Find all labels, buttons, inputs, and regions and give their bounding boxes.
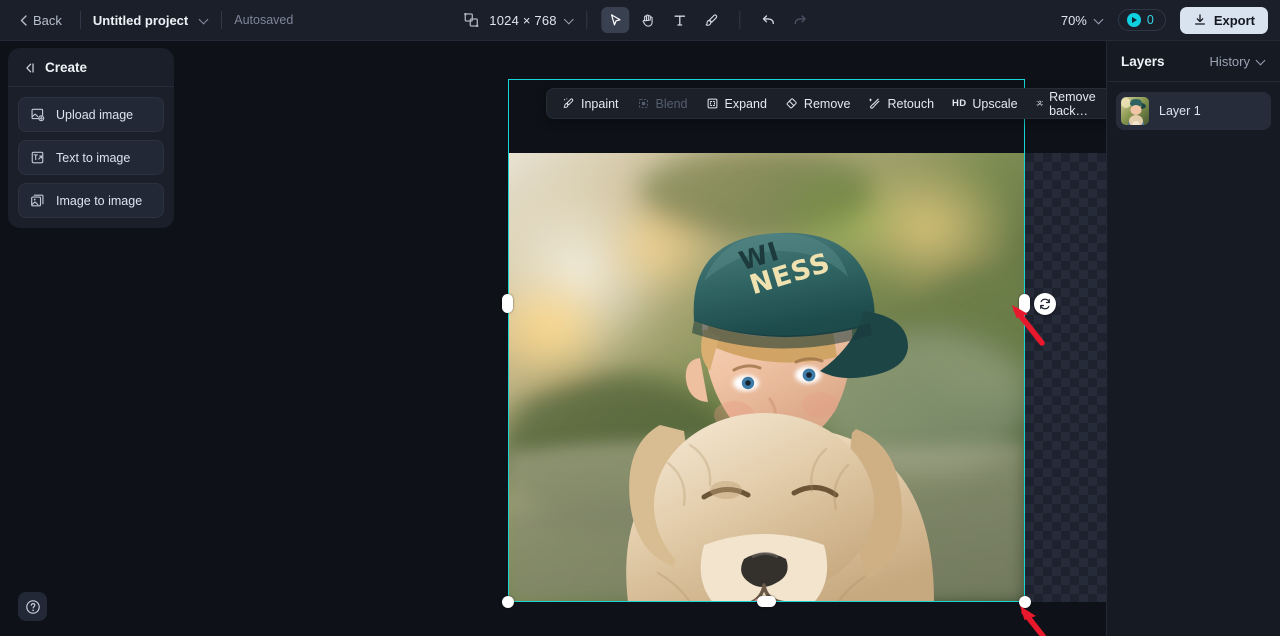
help-button[interactable]	[18, 592, 47, 621]
help-circle-icon	[25, 599, 41, 615]
hand-tool[interactable]	[634, 7, 662, 33]
remove-background-icon	[1036, 97, 1044, 110]
text-icon	[672, 13, 687, 28]
arrow-to-bottom-right-handle	[1010, 601, 1058, 636]
divider	[740, 11, 741, 29]
expand-button[interactable]: Expand	[697, 92, 776, 116]
download-icon	[1193, 13, 1207, 27]
retouch-label: Retouch	[887, 97, 934, 111]
expand-frame-icon	[706, 97, 719, 110]
back-label: Back	[33, 13, 62, 28]
top-bar-right: 70% 0 Export	[1061, 7, 1268, 34]
resize-handle-left-middle[interactable]	[502, 294, 513, 313]
expand-label: Expand	[725, 97, 767, 111]
brush-tool[interactable]	[698, 7, 726, 33]
resize-handle-bottom-right[interactable]	[1019, 596, 1031, 608]
export-label: Export	[1214, 13, 1255, 28]
rotate-handle-button[interactable]	[1034, 293, 1056, 315]
inpaint-brush-icon	[562, 97, 575, 110]
image-layer-preview[interactable]: WI NESS	[508, 153, 1025, 602]
create-panel-body: Upload image Text to image Image to imag…	[8, 87, 174, 218]
layer-item[interactable]: Layer 1	[1116, 92, 1271, 130]
top-bar-left: Back Untitled project Autosaved	[0, 9, 293, 32]
history-chevron-down-icon[interactable]	[1257, 57, 1266, 66]
canvas-size-chevron-down-icon[interactable]	[566, 16, 575, 25]
rotate-icon	[1038, 297, 1052, 311]
image-actions-toolbar: Inpaint Blend Expand	[546, 88, 1117, 119]
blend-frame-icon	[637, 97, 650, 110]
undo-button[interactable]	[755, 7, 783, 33]
canvas-resize-icon[interactable]	[463, 12, 479, 28]
layer-thumbnail-image	[1121, 97, 1149, 125]
transparency-checkerboard	[1025, 153, 1106, 602]
eraser-icon	[785, 97, 798, 110]
cursor-icon	[608, 13, 623, 28]
hd-icon: HD	[952, 98, 966, 109]
text-to-image-button[interactable]: Text to image	[18, 140, 164, 175]
hand-icon	[640, 13, 655, 28]
project-menu-chevron-down-icon[interactable]	[200, 16, 209, 25]
create-panel-title: Create	[45, 60, 87, 75]
retouch-sparkle-icon	[868, 97, 881, 110]
upscale-label: Upscale	[972, 97, 1017, 111]
remove-background-button[interactable]: Remove back…	[1027, 85, 1111, 123]
divider	[587, 11, 588, 29]
resize-handle-bottom-left[interactable]	[502, 596, 514, 608]
remove-label: Remove	[804, 97, 851, 111]
text-to-image-label: Text to image	[56, 151, 130, 165]
undo-icon	[761, 12, 777, 28]
redo-icon	[793, 12, 809, 28]
back-button[interactable]: Back	[14, 9, 68, 32]
history-label: History	[1210, 54, 1250, 69]
upload-image-label: Upload image	[56, 108, 133, 122]
layers-list: Layer 1	[1107, 82, 1280, 140]
upscale-button[interactable]: HD Upscale	[943, 92, 1027, 116]
autosaved-status: Autosaved	[234, 13, 293, 27]
layers-panel: Layers History	[1106, 41, 1280, 636]
remove-background-label: Remove back…	[1049, 90, 1101, 118]
image-to-image-button[interactable]: Image to image	[18, 183, 164, 218]
text-to-image-icon	[30, 150, 45, 165]
inpaint-label: Inpaint	[581, 97, 619, 111]
zoom-level-label[interactable]: 70%	[1061, 13, 1087, 28]
select-tool[interactable]	[602, 7, 630, 33]
text-tool[interactable]	[666, 7, 694, 33]
layer-thumbnail	[1121, 97, 1149, 125]
app-root: Back Untitled project Autosaved 1024 × 7…	[0, 0, 1280, 636]
image-to-image-icon	[30, 193, 45, 208]
blend-label: Blend	[656, 97, 688, 111]
create-panel-header: Create	[8, 48, 174, 87]
brush-icon	[704, 13, 719, 28]
upload-image-button[interactable]: Upload image	[18, 97, 164, 132]
redo-button[interactable]	[787, 7, 815, 33]
resize-handle-right-middle[interactable]	[1019, 294, 1030, 313]
retouch-button[interactable]: Retouch	[859, 92, 943, 116]
blend-button: Blend	[628, 92, 697, 116]
collapse-left-icon[interactable]	[22, 61, 36, 75]
inpaint-button[interactable]: Inpaint	[553, 92, 628, 116]
layer-name: Layer 1	[1159, 104, 1201, 118]
credits-count: 0	[1147, 13, 1154, 27]
photo-boy-with-dog: WI NESS	[508, 153, 1025, 602]
top-bar-center: 1024 × 768	[463, 7, 816, 33]
chevron-left-icon	[20, 15, 27, 26]
remove-button[interactable]: Remove	[776, 92, 860, 116]
top-bar: Back Untitled project Autosaved 1024 × 7…	[0, 0, 1280, 41]
export-button[interactable]: Export	[1180, 7, 1268, 34]
resize-handle-bottom-middle[interactable]	[757, 596, 776, 607]
zoom-chevron-down-icon[interactable]	[1095, 16, 1104, 25]
canvas-size-label[interactable]: 1024 × 768	[489, 13, 556, 28]
credit-coin-icon	[1127, 13, 1141, 27]
tab-layers[interactable]: Layers	[1121, 54, 1165, 69]
upload-image-icon	[30, 107, 45, 122]
canvas-stage[interactable]: WI NESS	[174, 41, 1106, 636]
image-to-image-label: Image to image	[56, 194, 142, 208]
divider	[80, 11, 81, 29]
layers-panel-header: Layers History	[1107, 41, 1280, 82]
create-panel: Create Upload image Text to image	[8, 48, 174, 228]
divider	[221, 11, 222, 29]
project-name[interactable]: Untitled project	[93, 13, 188, 28]
tab-history[interactable]: History	[1210, 54, 1266, 69]
credits-badge[interactable]: 0	[1118, 9, 1166, 31]
